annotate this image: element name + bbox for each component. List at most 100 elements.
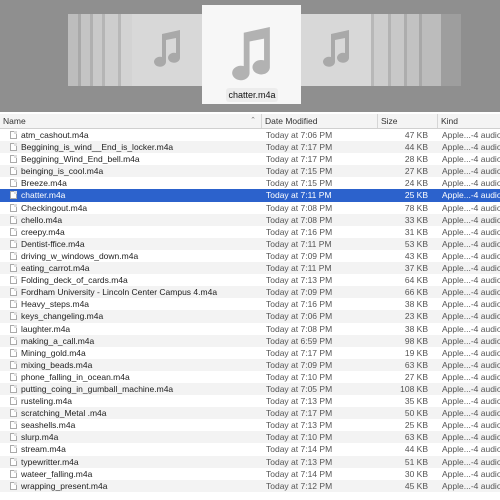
- file-name-cell: scratching_Metal .m4a: [0, 407, 262, 419]
- column-size-label: Size: [381, 116, 398, 126]
- audio-file-icon: [10, 384, 17, 393]
- file-size: 78 KB: [404, 202, 428, 213]
- file-row[interactable]: putting_coing_in_gumball_machine.m4a Toda…: [0, 382, 500, 396]
- file-size: 44 KB: [404, 142, 428, 153]
- audio-file-icon: [10, 191, 17, 200]
- file-date: Today at 7:10 PM: [266, 432, 333, 443]
- column-size-header[interactable]: Size: [378, 114, 438, 128]
- file-name-cell: Heavy_steps.m4a: [0, 298, 262, 310]
- file-row[interactable]: creepy.m4a Today at 7:16 PM 31 KB Apple...-…: [0, 226, 500, 238]
- file-row[interactable]: Mining_gold.m4a Today at 7:17 PM 19 KB Appl…: [0, 347, 500, 359]
- file-date: Today at 7:15 PM: [266, 166, 333, 177]
- file-name-cell: eating_carrot.m4a: [0, 262, 262, 274]
- file-row[interactable]: Beggining_is_wind__End_is_locker.m4a Toda…: [0, 141, 500, 154]
- file-name: atm_cashout.m4a: [21, 130, 89, 140]
- file-date: Today at 7:14 PM: [266, 444, 333, 455]
- file-name-cell: Checkingout.m4a: [0, 202, 262, 214]
- file-kind: Apple...-4 audio: [442, 371, 500, 382]
- file-row[interactable]: scratching_Metal .m4a Today at 7:17 PM 50 …: [0, 407, 500, 420]
- file-name: stream.m4a: [21, 444, 66, 455]
- file-list: atm_cashout.m4a Today at 7:06 PM 47 KB Appl…: [0, 129, 500, 492]
- file-kind: Apple...-4 audio: [442, 335, 500, 346]
- file-size: 45 KB: [404, 480, 428, 491]
- file-size: 43 KB: [404, 250, 428, 261]
- file-date: Today at 7:12 PM: [266, 480, 333, 491]
- file-size: 47 KB: [404, 130, 428, 140]
- file-kind: Apple...-4 audio: [442, 250, 500, 261]
- file-date: Today at 7:09 PM: [266, 250, 333, 261]
- file-row[interactable]: Fordham University - Lincoln Center Camp…: [0, 286, 500, 299]
- file-date: Today at 7:11 PM: [266, 238, 332, 249]
- file-kind: Apple...-4 audio: [442, 359, 500, 370]
- file-row[interactable]: driving_w_windows_down.m4a Today at 7:09 …: [0, 250, 500, 262]
- file-name: scratching_Metal .m4a: [21, 408, 107, 419]
- file-name: Beggining_is_wind__End_is_locker.m4a: [21, 142, 174, 153]
- file-date: Today at 7:13 PM: [266, 420, 333, 431]
- file-row[interactable]: Dentist-ffice.m4a Today at 7:11 PM 53 KB Ap…: [0, 237, 500, 250]
- file-row[interactable]: Heavy_steps.m4a Today at 7:16 PM 38 KB Appl…: [0, 298, 500, 310]
- file-row[interactable]: beinging_is_cool.m4a Today at 7:15 PM 27 K…: [0, 165, 500, 178]
- column-kind-header[interactable]: Kind: [438, 114, 500, 128]
- file-size: 63 KB: [404, 432, 428, 443]
- file-kind: Apple...-4 audio: [442, 178, 500, 189]
- file-kind: Apple...-4 audio: [442, 383, 500, 394]
- audio-file-icon: [10, 348, 17, 357]
- audio-file-icon: [10, 251, 17, 260]
- audio-file-icon: [10, 372, 17, 381]
- file-row[interactable]: atm_cashout.m4a Today at 7:06 PM 47 KB Appl…: [0, 129, 500, 141]
- file-kind: Apple...-4 audio: [442, 444, 500, 455]
- column-date-header[interactable]: Date Modified: [262, 114, 378, 128]
- file-kind: Apple...-4 audio: [442, 432, 500, 443]
- file-row[interactable]: chello.m4a Today at 7:08 PM 33 KB Apple...-…: [0, 213, 500, 226]
- file-size: 30 KB: [404, 468, 428, 479]
- file-row[interactable]: keys_changeling.m4a Today at 7:06 PM 23 KB…: [0, 310, 500, 323]
- file-name: rusteling.m4a: [21, 396, 73, 407]
- file-size: 63 KB: [404, 359, 428, 370]
- file-date: Today at 7:10 PM: [266, 371, 333, 382]
- file-row[interactable]: wateer_falling.m4a Today at 7:14 PM 30 KB A…: [0, 468, 500, 480]
- file-name-cell: mixing_beads.m4a: [0, 359, 262, 371]
- audio-file-icon: [10, 276, 17, 285]
- audio-file-icon: [10, 131, 17, 139]
- file-row[interactable]: Beggining_Wind_End_bell.m4a Today at 7:17…: [0, 153, 500, 165]
- file-date: Today at 7:06 PM: [266, 130, 333, 140]
- file-row[interactable]: typewritter.m4a Today at 7:13 PM 51 KB Appl…: [0, 455, 500, 468]
- file-kind: Apple...-4 audio: [442, 347, 500, 358]
- column-name-label: Name: [3, 116, 26, 126]
- file-name: Checkingout.m4a: [21, 202, 88, 213]
- file-name: making_a_call.m4a: [21, 335, 95, 346]
- file-row[interactable]: mixing_beads.m4a Today at 7:09 PM 63 KB App…: [0, 358, 500, 371]
- file-row[interactable]: chatter.m4a Today at 7:11 PM 25 KB Apple...…: [0, 189, 500, 202]
- file-row[interactable]: Breeze.m4a Today at 7:15 PM 24 KB Apple...-…: [0, 177, 500, 189]
- file-size: 98 KB: [404, 335, 428, 346]
- cover-caption: chatter.m4a: [226, 88, 278, 102]
- file-size: 27 KB: [404, 166, 428, 177]
- cover-flow-view[interactable]: chatter.m4a: [0, 0, 500, 112]
- file-row[interactable]: Checkingout.m4a Today at 7:08 PM 78 KB Appl…: [0, 202, 500, 214]
- column-name-header[interactable]: Name ⌃: [0, 114, 262, 128]
- file-kind: Apple...-4 audio: [442, 190, 500, 201]
- file-row[interactable]: phone_falling_in_ocean.m4a Today at 7:10 …: [0, 371, 500, 383]
- file-row[interactable]: seashells.m4a Today at 7:13 PM 25 KB Apple.…: [0, 419, 500, 431]
- file-row[interactable]: making_a_call.m4a Today at 6:59 PM 98 KB Ap…: [0, 334, 500, 347]
- file-name: slurp.m4a: [21, 432, 59, 443]
- file-kind: Apple...-4 audio: [442, 238, 500, 249]
- file-row[interactable]: laughter.m4a Today at 7:08 PM 38 KB Apple..…: [0, 323, 500, 335]
- file-date: Today at 6:59 PM: [266, 335, 333, 346]
- file-row[interactable]: stream.m4a Today at 7:14 PM 44 KB Apple...-…: [0, 443, 500, 455]
- file-size: 28 KB: [404, 154, 428, 165]
- file-row[interactable]: Folding_deck_of_cards.m4a Today at 7:13 P…: [0, 274, 500, 286]
- column-header: Name ⌃ Date Modified Size Kind: [0, 114, 500, 129]
- audio-file-icon: [10, 215, 17, 224]
- audio-file-icon: [10, 143, 17, 152]
- file-row[interactable]: wrapping_present.m4a Today at 7:12 PM 45 K…: [0, 479, 500, 492]
- file-row[interactable]: slurp.m4a Today at 7:10 PM 63 KB Apple...-4…: [0, 431, 500, 444]
- file-row[interactable]: rusteling.m4a Today at 7:13 PM 35 KB Apple.…: [0, 395, 500, 407]
- sort-chevron-icon: ⌃: [250, 117, 256, 124]
- file-kind: Apple...-4 audio: [442, 323, 500, 334]
- file-row[interactable]: eating_carrot.m4a Today at 7:11 PM 37 KB Ap…: [0, 262, 500, 275]
- cover-prev[interactable]: [132, 14, 202, 86]
- cover-next[interactable]: [301, 14, 371, 86]
- file-date: Today at 7:06 PM: [266, 311, 333, 322]
- file-name-cell: beinging_is_cool.m4a: [0, 165, 262, 177]
